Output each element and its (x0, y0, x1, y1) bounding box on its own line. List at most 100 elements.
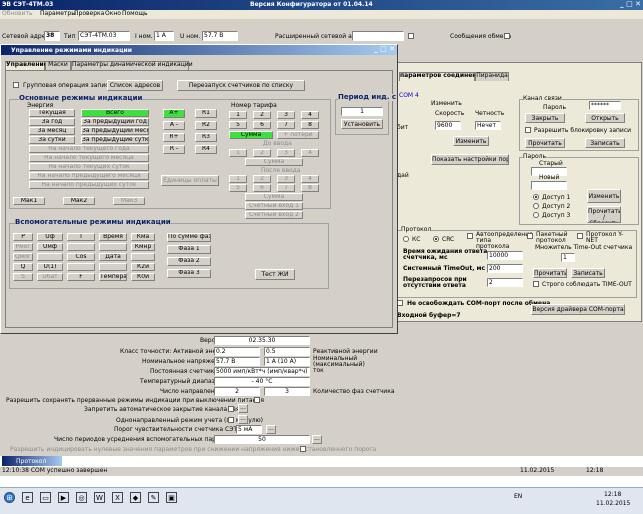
read-protocol-button[interactable]: Прочитать (533, 268, 567, 278)
ext-checkbox[interactable] (408, 33, 414, 39)
aux-button-3-2[interactable] (67, 263, 95, 271)
tab-control[interactable]: Управление (5, 61, 48, 70)
aux-button-4-3[interactable]: Температура (99, 273, 127, 281)
retry-input[interactable]: 2 (487, 278, 523, 287)
tariff-5[interactable]: 5 (229, 121, 247, 129)
to-entry-sum[interactable]: Сумма (245, 158, 303, 166)
after-2[interactable]: 2 (253, 175, 271, 183)
menu-check[interactable]: Проверка (74, 11, 104, 17)
tariff-2[interactable]: 2 (253, 111, 271, 119)
energy-month-button[interactable]: За месяц (29, 127, 75, 135)
menu-help[interactable]: Помощь (122, 11, 148, 17)
aux-button-3-3[interactable] (99, 263, 127, 271)
phase3-button[interactable]: Фаза 3 (167, 269, 211, 278)
aux-button-0-1[interactable]: Uф (37, 233, 63, 241)
aux-button-3-1[interactable]: U(1) (37, 263, 63, 271)
unom-select[interactable]: 57.7 В (202, 31, 238, 41)
read-reset-button[interactable]: Прочитать / Сбросить (587, 206, 621, 223)
aux-button-0-3[interactable]: Время (99, 233, 127, 241)
aux-button-2-0[interactable]: Qмог (13, 253, 33, 261)
aux-button-3-0[interactable]: Q (13, 263, 33, 271)
menu-window[interactable]: Окно (105, 11, 121, 17)
change-pwd-button[interactable]: Изменить (587, 189, 621, 203)
tab-dynamic[interactable]: Параметры динамической индикации (71, 61, 193, 70)
r4-button[interactable]: R4 (195, 145, 217, 154)
packet-checkbox[interactable] (527, 233, 533, 239)
prev-day-button[interactable]: За предыдущие сутки (81, 136, 149, 144)
begin-prev-month-button[interactable]: На начало предыдущего месяца (29, 172, 149, 180)
threshold-more[interactable]: ... (266, 425, 276, 434)
dir-a-minus-button[interactable]: А - (163, 121, 185, 130)
opt-unidir-checkbox[interactable] (228, 417, 234, 423)
aux-button-1-3[interactable] (99, 243, 127, 251)
show-port-button[interactable]: Показать настройки порта (431, 154, 509, 165)
close-channel-button[interactable]: Закрыть (525, 113, 565, 123)
dir-r-minus-button[interactable]: R - (163, 145, 185, 154)
tab-pyramid[interactable]: Пиранида (475, 72, 509, 81)
crc-radio[interactable] (433, 236, 439, 242)
mult-input[interactable]: 1 (561, 253, 575, 262)
log-window-title[interactable]: Протокол (2, 456, 62, 466)
ie-icon[interactable]: e (22, 492, 33, 503)
max1-button[interactable]: Мак1 (13, 197, 45, 205)
aux-button-0-4[interactable]: Кма (131, 233, 155, 241)
set-period-button[interactable]: Установить (341, 119, 383, 129)
phase1-button[interactable]: Фаза 1 (167, 245, 211, 254)
opt-zero-checkbox[interactable] (300, 446, 306, 452)
prev-year-button[interactable]: За предыдущий год (81, 118, 149, 126)
read-button[interactable]: Прочитать (525, 138, 565, 148)
dialog-controls[interactable]: _ □ ✕ (374, 45, 395, 53)
avg-input[interactable]: 50 (214, 435, 310, 444)
excel-icon[interactable]: X (112, 492, 123, 503)
aux-button-1-2[interactable] (67, 243, 95, 251)
energy-current-button[interactable]: Текущая (29, 109, 75, 117)
tariff-6[interactable]: 6 (253, 121, 271, 129)
begin-day-button[interactable]: На начало текущих суток (29, 163, 149, 171)
auto-checkbox[interactable] (467, 233, 473, 239)
media-icon[interactable]: ▶ (58, 492, 69, 503)
begin-year-button[interactable]: На начало текущего года (29, 145, 149, 153)
energy-year-button[interactable]: За год (29, 118, 75, 126)
chrome-icon[interactable]: ◎ (76, 492, 87, 503)
driver-version-button[interactable]: Версия драйвера COM-порта (531, 304, 625, 315)
aux-button-4-4[interactable]: К0и (131, 273, 155, 281)
r3-button[interactable]: R3 (195, 133, 217, 142)
net-address-input[interactable]: 38 (44, 31, 60, 41)
address-list-button[interactable]: Список адресов (107, 80, 163, 91)
word-icon[interactable]: W (94, 492, 105, 503)
max2-button[interactable]: Мак2 (63, 197, 95, 205)
allow-lock-checkbox[interactable] (525, 127, 531, 133)
group-op-checkbox[interactable] (13, 82, 19, 88)
aux-button-1-1[interactable]: Uмф (37, 243, 63, 251)
open-channel-button[interactable]: Открыть (585, 113, 625, 123)
ynet-checkbox[interactable] (577, 233, 583, 239)
lang-indicator[interactable]: EN (514, 494, 522, 500)
aux-button-4-1[interactable]: Uбат (37, 273, 63, 281)
menu-params[interactable]: Параметры (40, 11, 76, 17)
speed-select[interactable]: 9600 (435, 121, 461, 130)
threshold-select[interactable]: 5 мА (236, 425, 262, 434)
change-button[interactable]: Изменить (453, 136, 489, 146)
opt-unidir-more[interactable]: ... (238, 415, 248, 424)
tariff-8[interactable]: 8 (301, 121, 319, 129)
avg-more[interactable]: ... (312, 435, 322, 444)
aux-button-2-3[interactable]: Дата (99, 253, 127, 261)
after-4[interactable]: 4 (301, 175, 319, 183)
aux-button-0-0[interactable]: P (13, 233, 33, 241)
aux-button-1-0[interactable]: Pмог (13, 243, 33, 251)
start-icon[interactable]: ⊞ (4, 492, 15, 503)
r1-button[interactable]: R1 (195, 109, 217, 118)
opt-save-checkbox[interactable] (254, 397, 260, 403)
phase2-button[interactable]: Фаза 2 (167, 257, 211, 266)
after-5[interactable]: 5 (229, 184, 247, 192)
access2-radio[interactable] (533, 203, 539, 209)
aux-button-2-4[interactable] (131, 253, 155, 261)
ext-address-input[interactable] (352, 31, 404, 41)
after-7[interactable]: 7 (277, 184, 295, 192)
sys-input[interactable]: 200 (487, 264, 523, 273)
tariff-3[interactable]: 3 (277, 111, 295, 119)
opt-close-checkbox[interactable] (228, 406, 234, 412)
begin-month-button[interactable]: На начало текущего месяца (29, 154, 149, 162)
inom-select[interactable]: 1 А (154, 31, 174, 41)
after-3[interactable]: 3 (277, 175, 295, 183)
